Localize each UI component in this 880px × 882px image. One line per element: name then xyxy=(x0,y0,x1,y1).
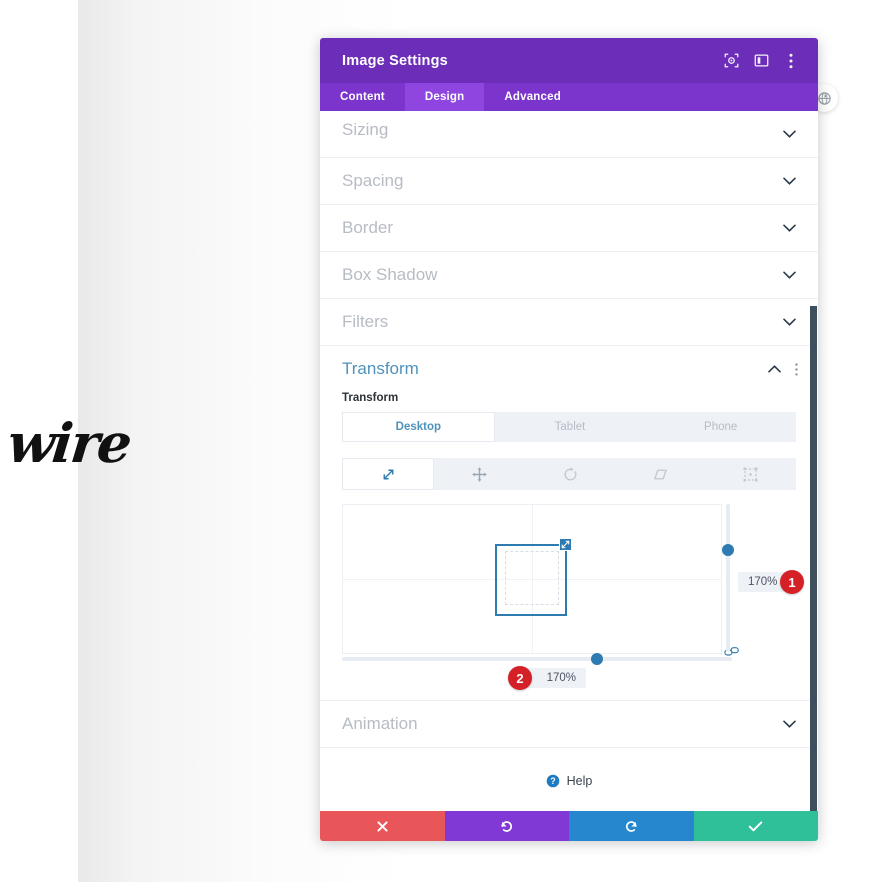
section-animation-label: Animation xyxy=(342,714,418,733)
layout-icon[interactable] xyxy=(748,48,774,74)
redo-icon xyxy=(624,819,639,834)
horizontal-scale-slider[interactable] xyxy=(342,653,732,665)
chevron-down-icon xyxy=(783,720,796,728)
tab-content[interactable]: Content xyxy=(320,83,405,111)
chevron-down-icon xyxy=(783,318,796,326)
scale-icon xyxy=(380,466,397,483)
section-box-shadow[interactable]: Box Shadow xyxy=(320,252,818,299)
device-tab-phone[interactable]: Phone xyxy=(645,412,797,442)
section-sizing[interactable]: Sizing xyxy=(320,111,818,158)
chevron-down-icon xyxy=(783,177,796,185)
undo-button[interactable] xyxy=(444,811,569,841)
section-border[interactable]: Border xyxy=(320,205,818,252)
transform-origin-button[interactable] xyxy=(705,458,797,490)
device-tab-tablet[interactable]: Tablet xyxy=(494,412,646,442)
rotate-icon xyxy=(562,466,579,483)
transform-field-label: Transform xyxy=(342,392,399,404)
chevron-up-icon[interactable] xyxy=(768,365,781,373)
transform-move-button[interactable] xyxy=(434,458,525,490)
device-toggle-group: Desktop Tablet Phone xyxy=(342,412,797,442)
help-area[interactable]: ? Help xyxy=(320,748,818,811)
section-filters-label: Filters xyxy=(342,312,389,331)
vertical-scale-slider[interactable] xyxy=(722,504,734,652)
horizontal-slider-handle[interactable] xyxy=(591,653,603,665)
page-title: Image Settings xyxy=(342,52,448,69)
transform-editor: 170% 170% 1 2 xyxy=(342,504,804,690)
help-label: Help xyxy=(566,774,593,788)
close-icon xyxy=(376,820,389,833)
origin-icon xyxy=(742,466,759,483)
undo-icon xyxy=(499,819,514,834)
image-settings-modal: Image Settings Content Design Advanced S… xyxy=(320,38,818,841)
section-animation[interactable]: Animation xyxy=(320,700,818,748)
redo-button[interactable] xyxy=(569,811,694,841)
section-transform-label: Transform xyxy=(342,359,419,378)
annotation-badge-2: 2 xyxy=(508,666,532,690)
section-transform-header[interactable]: Transform xyxy=(320,346,818,392)
chevron-down-icon xyxy=(783,224,796,232)
section-spacing[interactable]: Spacing xyxy=(320,158,818,205)
annotation-badge-1: 1 xyxy=(780,570,804,594)
scale-resize-handle[interactable] xyxy=(559,538,572,551)
scaled-bounds-outline[interactable] xyxy=(495,544,567,616)
svg-text:?: ? xyxy=(550,776,555,786)
transform-scale-button[interactable] xyxy=(342,458,435,490)
panel-scrollbar-thumb[interactable] xyxy=(810,306,817,811)
tab-advanced[interactable]: Advanced xyxy=(484,83,581,111)
section-filters[interactable]: Filters xyxy=(320,299,818,346)
save-button[interactable] xyxy=(693,811,818,841)
section-box-shadow-label: Box Shadow xyxy=(342,265,438,284)
modal-footer xyxy=(320,811,818,841)
section-transform-content: Transform Desktop Tablet Phone 170% 170%… xyxy=(320,392,818,700)
vertical-slider-handle[interactable] xyxy=(722,544,734,556)
section-border-label: Border xyxy=(342,218,394,237)
help-circle-icon: ? xyxy=(546,774,560,788)
chevron-down-icon xyxy=(783,271,796,279)
device-tab-desktop[interactable]: Desktop xyxy=(342,412,495,442)
section-options-kebab-icon[interactable] xyxy=(795,362,798,376)
globe-icon xyxy=(817,91,832,106)
transform-skew-button[interactable] xyxy=(615,458,706,490)
chevron-down-icon xyxy=(783,130,796,138)
transform-rotate-button[interactable] xyxy=(524,458,616,490)
modal-body: Sizing Spacing Border Box Shadow Filters… xyxy=(320,111,818,811)
transform-canvas[interactable] xyxy=(342,504,722,654)
target-icon[interactable] xyxy=(718,48,744,74)
site-logo: wire xyxy=(4,411,134,475)
modal-header: Image Settings xyxy=(320,38,818,83)
section-sizing-label: Sizing xyxy=(342,120,389,139)
tab-design[interactable]: Design xyxy=(404,83,485,111)
move-icon xyxy=(471,466,488,483)
modal-tabs: Content Design Advanced xyxy=(320,83,818,111)
skew-icon xyxy=(652,466,669,483)
discard-button[interactable] xyxy=(320,811,445,841)
section-spacing-label: Spacing xyxy=(342,171,404,190)
modal-scroll-area: Sizing Spacing Border Box Shadow Filters… xyxy=(320,111,818,811)
transform-type-group xyxy=(342,458,797,490)
check-icon xyxy=(748,820,763,833)
kebab-menu-icon[interactable] xyxy=(778,48,804,74)
